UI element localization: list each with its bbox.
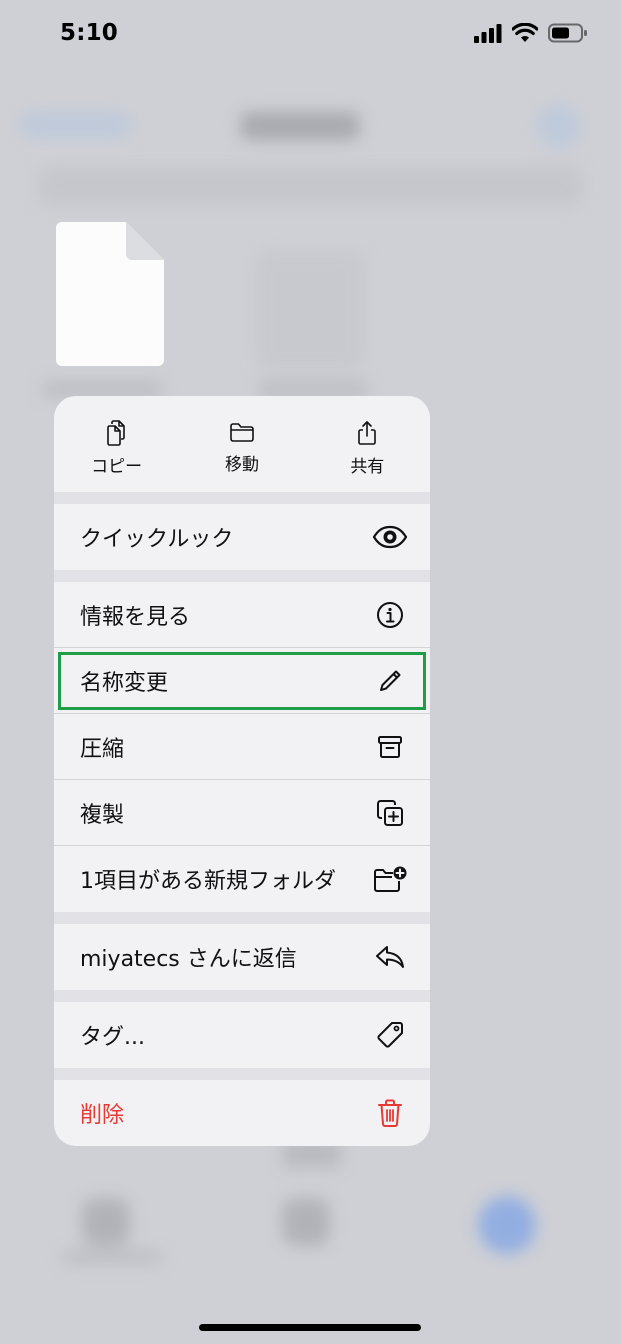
quick-actions-row: コピー 移動 共有 bbox=[54, 396, 430, 504]
background-tab-label bbox=[62, 1250, 162, 1264]
duplicate-label: 複製 bbox=[80, 802, 125, 828]
share-label: 共有 bbox=[350, 457, 385, 477]
rename-item[interactable]: 名称変更 bbox=[54, 648, 430, 714]
background-tab-icon bbox=[82, 1198, 130, 1246]
move-label: 移動 bbox=[224, 455, 259, 475]
folder-icon bbox=[229, 420, 255, 450]
background-action-button bbox=[536, 104, 580, 148]
context-menu: コピー 移動 共有 クイックルック 情報を見る 名称変更 圧縮 複製 1項目があ… bbox=[54, 396, 430, 1146]
reply-icon bbox=[372, 939, 408, 975]
copy-button[interactable]: コピー bbox=[54, 396, 179, 492]
rename-label: 名称変更 bbox=[80, 670, 169, 696]
quick-look-item[interactable]: クイックルック bbox=[54, 504, 430, 582]
move-button[interactable]: 移動 bbox=[179, 396, 304, 492]
copy-icon bbox=[105, 420, 129, 452]
status-time: 5:10 bbox=[60, 20, 119, 46]
cellular-signal-icon bbox=[474, 23, 502, 47]
background-tab-icon bbox=[478, 1196, 536, 1254]
folder-plus-icon bbox=[372, 861, 408, 897]
background-title bbox=[240, 112, 360, 140]
compress-label: 圧縮 bbox=[80, 736, 125, 762]
status-bar: 5:10 bbox=[0, 0, 621, 70]
share-icon bbox=[355, 420, 379, 452]
archive-box-icon bbox=[372, 729, 408, 765]
background-file-thumbnail bbox=[255, 250, 365, 370]
new-folder-label: 1項目がある新規フォルダ bbox=[80, 869, 336, 894]
tags-label: タグ... bbox=[80, 1025, 145, 1050]
reply-label: miyatecs さんに返信 bbox=[80, 947, 297, 972]
reply-item[interactable]: miyatecs さんに返信 bbox=[54, 924, 430, 1002]
delete-label: 削除 bbox=[80, 1103, 125, 1128]
share-button[interactable]: 共有 bbox=[305, 396, 430, 492]
quick-look-label: クイックルック bbox=[80, 527, 234, 552]
duplicate-icon bbox=[372, 795, 408, 831]
get-info-item[interactable]: 情報を見る bbox=[54, 582, 430, 648]
tags-item[interactable]: タグ... bbox=[54, 1002, 430, 1080]
background-back-button bbox=[20, 112, 130, 138]
eye-icon bbox=[372, 519, 408, 555]
get-info-label: 情報を見る bbox=[80, 604, 191, 630]
document-file-icon bbox=[56, 222, 164, 366]
document-preview bbox=[56, 222, 164, 366]
copy-label: コピー bbox=[91, 457, 143, 477]
background-tab-icon bbox=[282, 1198, 330, 1246]
compress-item[interactable]: 圧縮 bbox=[54, 714, 430, 780]
new-folder-with-item[interactable]: 1項目がある新規フォルダ bbox=[54, 846, 430, 924]
info-icon bbox=[372, 597, 408, 633]
trash-icon bbox=[372, 1095, 408, 1131]
battery-icon bbox=[548, 23, 588, 47]
tag-icon bbox=[372, 1017, 408, 1053]
home-indicator[interactable] bbox=[199, 1324, 421, 1331]
pencil-icon bbox=[372, 663, 408, 699]
duplicate-item[interactable]: 複製 bbox=[54, 780, 430, 846]
delete-item[interactable]: 削除 bbox=[54, 1080, 430, 1146]
wifi-icon bbox=[511, 22, 539, 47]
background-search-field bbox=[38, 166, 583, 206]
status-icons bbox=[474, 22, 588, 47]
